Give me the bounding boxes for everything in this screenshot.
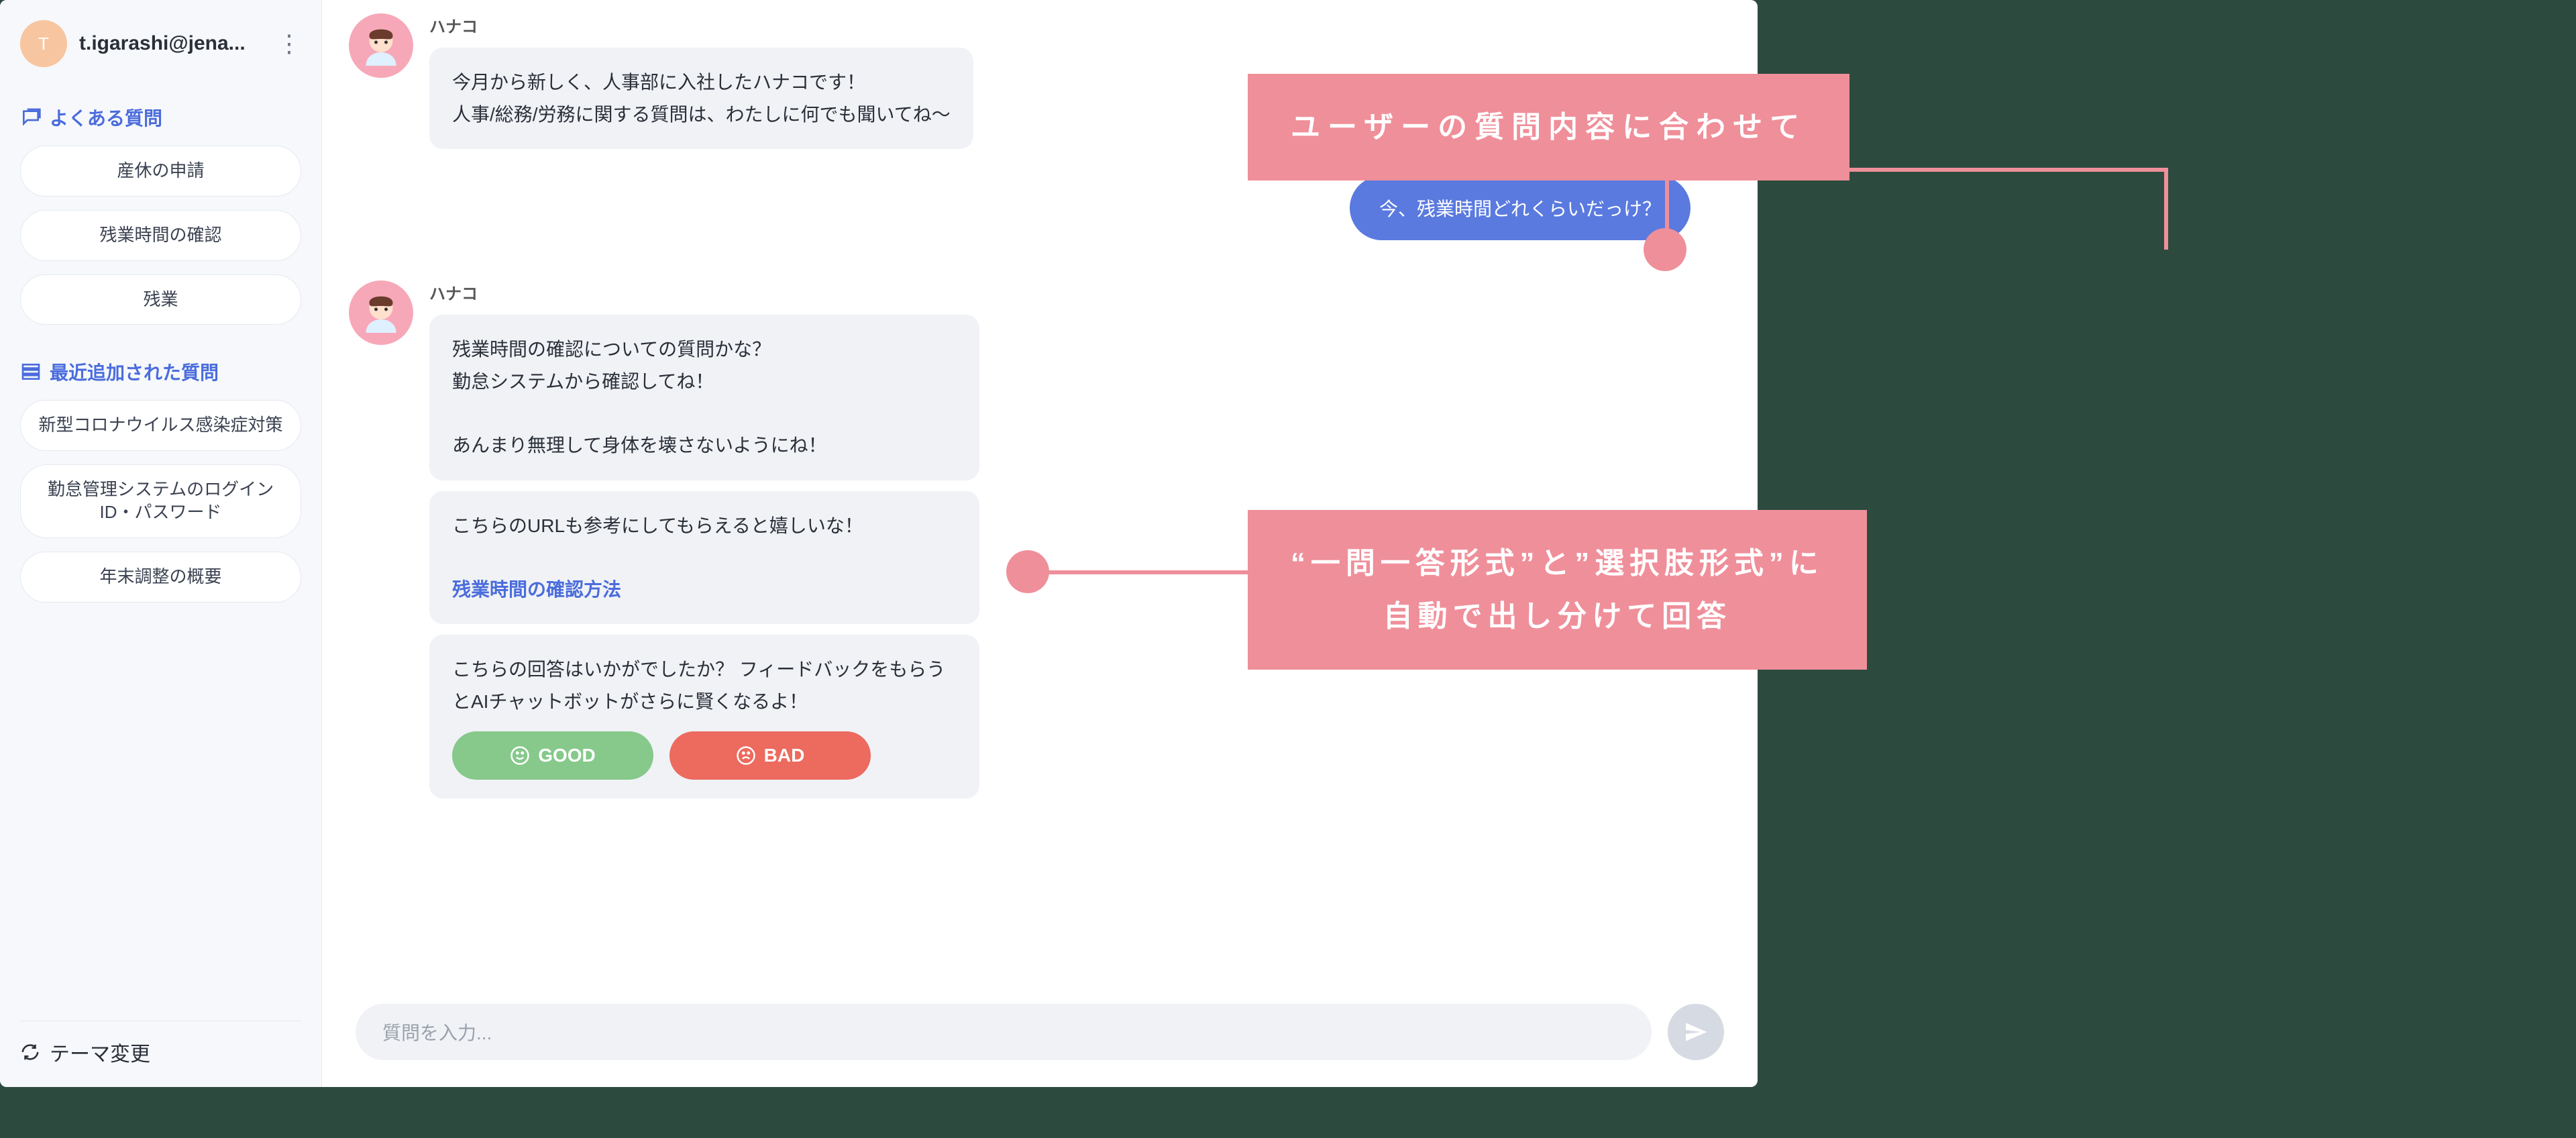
- send-button[interactable]: [1668, 1004, 1724, 1060]
- bot-bubble-answer: 残業時間の確認についての質問かな？ 勤怠システムから確認してね！ あんまり無理し…: [429, 315, 979, 480]
- avatar[interactable]: T: [20, 20, 67, 67]
- input-bar: 質問を入力...: [322, 985, 1758, 1087]
- bot-avatar: [349, 280, 413, 345]
- annotation-dot: [1644, 228, 1686, 271]
- bot-link-prefix: こちらのURLも参考にしてもらえると嬉しいな！: [452, 515, 863, 536]
- faq-item[interactable]: 残業: [20, 274, 301, 325]
- faq-header-label: よくある質問: [50, 104, 162, 131]
- faq-item[interactable]: 産休の申請: [20, 146, 301, 197]
- annotation-text: ユーザーの質問内容に合わせて: [1291, 111, 1807, 144]
- recent-item[interactable]: 勤怠管理システムのログインID・パスワード: [20, 464, 301, 538]
- send-icon: [1684, 1020, 1708, 1044]
- recent-list: 新型コロナウイルス感染症対策 勤怠管理システムのログインID・パスワード 年末調…: [20, 400, 301, 602]
- recent-item[interactable]: 新型コロナウイルス感染症対策: [20, 400, 301, 451]
- annotation-connector: [2164, 168, 2168, 250]
- annotation-connector: [1028, 570, 1249, 574]
- bot-name: ハナコ: [429, 13, 973, 37]
- theme-toggle[interactable]: テーマ変更: [20, 1021, 301, 1067]
- profile-username: t.igarashi@jena...: [79, 32, 265, 55]
- sidebar: T t.igarashi@jena... ⋮ よくある質問 産休の申請 残業時間…: [0, 0, 322, 1087]
- reference-link[interactable]: 残業時間の確認方法: [452, 579, 621, 600]
- good-button[interactable]: GOOD: [452, 731, 653, 780]
- annotation-text: “一問一答形式”と”選択肢形式”に: [1291, 547, 1824, 580]
- profile-row: T t.igarashi@jena... ⋮: [20, 20, 301, 67]
- faq-item[interactable]: 残業時間の確認: [20, 210, 301, 261]
- list-icon: [20, 361, 42, 382]
- annotation-dot: [1006, 550, 1049, 593]
- user-bubble: 今、残業時間どれくらいだっけ？: [1350, 176, 1690, 240]
- annotation-text: 自動で出し分けて回答: [1383, 600, 1731, 633]
- user-message-row: 今、残業時間どれくらいだっけ？: [349, 176, 1717, 240]
- input-placeholder: 質問を入力...: [382, 1019, 492, 1045]
- bad-label: BAD: [764, 739, 805, 772]
- avatar-letter: T: [38, 34, 49, 54]
- kebab-menu-icon[interactable]: ⋮: [277, 32, 301, 56]
- refresh-icon: [20, 1042, 40, 1062]
- bad-button[interactable]: BAD: [669, 731, 871, 780]
- annotation-callout-1: ユーザーの質問内容に合わせて: [1248, 74, 1849, 180]
- smile-icon: [510, 745, 530, 766]
- chat-bubble-icon: [20, 107, 42, 128]
- recent-header-label: 最近追加された質問: [50, 358, 219, 385]
- good-label: GOOD: [538, 739, 596, 772]
- bot-bubble-link: こちらのURLも参考にしてもらえると嬉しいな！ 残業時間の確認方法: [429, 491, 979, 625]
- feedback-prompt: こちらの回答はいかがでしたか？ フィードバックをもらうとAIチャットボットがさら…: [452, 659, 945, 712]
- bot-bubble-feedback: こちらの回答はいかがでしたか？ フィードバックをもらうとAIチャットボットがさら…: [429, 635, 979, 798]
- recent-header: 最近追加された質問: [20, 358, 301, 385]
- recent-item[interactable]: 年末調整の概要: [20, 552, 301, 603]
- message-input[interactable]: 質問を入力...: [356, 1004, 1652, 1060]
- frown-icon: [736, 745, 756, 766]
- bot-bubble-intro: 今月から新しく、人事部に入社したハナコです！ 人事/総務/労務に関する質問は、わ…: [429, 48, 973, 149]
- bot-avatar: [349, 13, 413, 78]
- faq-list: 産休の申請 残業時間の確認 残業: [20, 146, 301, 325]
- bot-name: ハナコ: [429, 280, 979, 304]
- theme-label: テーマ変更: [50, 1037, 150, 1067]
- annotation-callout-2: “一問一答形式”と”選択肢形式”に 自動で出し分けて回答: [1248, 510, 1867, 670]
- faq-header: よくある質問: [20, 104, 301, 131]
